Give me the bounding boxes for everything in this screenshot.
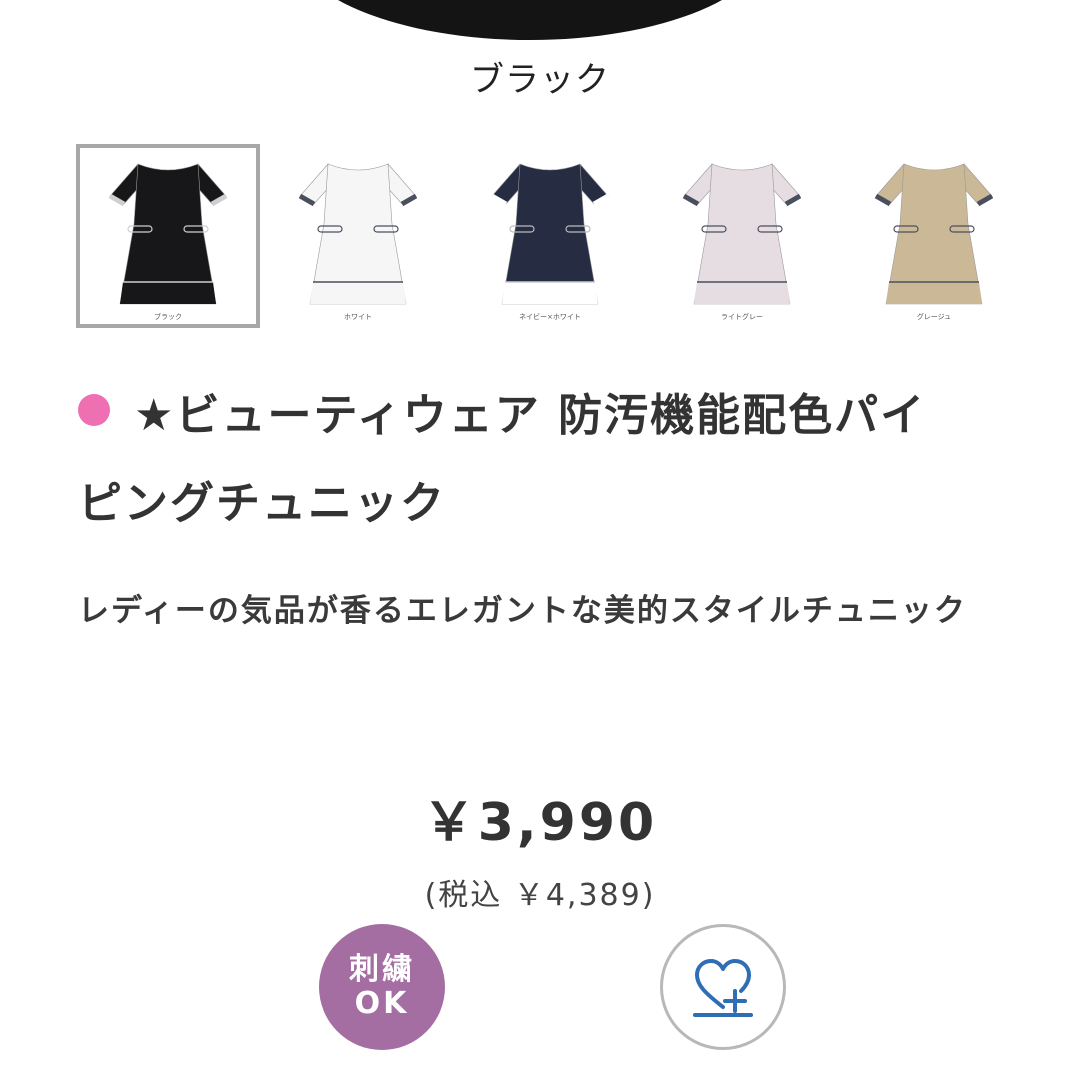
product-subtitle: レディーの気品が香るエレガントな美的スタイルチュニック xyxy=(78,593,967,629)
hero-product-image xyxy=(290,0,770,40)
selected-color-name: ブラック xyxy=(470,60,610,100)
product-title-line1: ★ビューティウェア 防汚機能配色パイ xyxy=(134,390,927,441)
color-thumbnail[interactable]: ホワイト xyxy=(266,144,450,328)
product-title: ★ビューティウェア 防汚機能配色パイ ピングチュニック xyxy=(78,372,1008,548)
heart-plus-icon xyxy=(693,959,753,1017)
color-thumbnail-label: ネイビー×ホワイト xyxy=(519,313,581,321)
color-thumbnail-list: ブラック ホワイト ネイビー×ホワイト ライトグレー グレージュ xyxy=(76,144,1026,336)
color-thumbnail-label: グレージュ xyxy=(916,313,952,321)
product-title-row: ★ビューティウェア 防汚機能配色パイ ピングチュニック xyxy=(78,372,1008,548)
embroidery-ok-badge: 刺繍 OK xyxy=(319,924,445,1050)
color-thumbnail-label: ライトグレー xyxy=(721,313,763,321)
color-thumbnail-label: ブラック xyxy=(154,313,182,321)
tunic-image xyxy=(298,163,418,305)
color-thumbnail-label: ホワイト xyxy=(344,313,372,321)
category-dot-icon xyxy=(78,394,110,426)
color-thumbnail[interactable]: グレージュ xyxy=(842,144,1026,328)
product-price-tax: (税込 ￥4,389) xyxy=(424,878,656,913)
tunic-image xyxy=(490,163,610,305)
color-thumbnail[interactable]: ネイビー×ホワイト xyxy=(458,144,642,328)
product-price: ￥3,990 xyxy=(422,793,658,853)
add-to-favorites-button[interactable] xyxy=(660,924,786,1050)
tunic-image xyxy=(874,163,994,305)
color-thumbnail[interactable]: ブラック xyxy=(76,144,260,328)
tunic-image xyxy=(108,163,228,305)
product-title-line2: ピングチュニック xyxy=(78,478,446,529)
embroidery-badge-line2: OK xyxy=(354,986,410,1021)
embroidery-badge-line1: 刺繍 xyxy=(349,952,415,987)
color-thumbnail[interactable]: ライトグレー xyxy=(650,144,834,328)
tunic-image xyxy=(682,163,802,305)
